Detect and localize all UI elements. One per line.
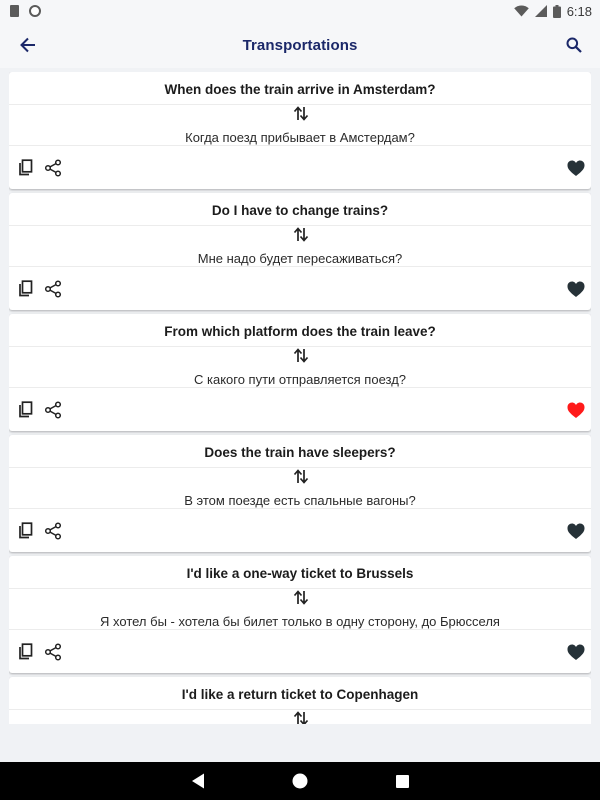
nav-back-button[interactable] [186,769,210,793]
copy-icon [19,643,33,660]
russian-phrase: Когда поезд прибывает в Амстердам? [185,130,415,145]
share-icon [44,159,62,177]
share-icon [44,280,62,298]
copy-button[interactable] [14,157,36,179]
english-phrase: From which platform does the train leave… [9,314,591,347]
wifi-icon [513,5,529,17]
battery-icon [552,4,561,18]
swap-icon[interactable] [293,227,309,242]
nav-back-icon [192,773,204,789]
copy-button[interactable] [14,641,36,663]
heart-icon [567,281,585,297]
favorite-button[interactable] [565,157,587,179]
search-button[interactable] [559,30,589,60]
nav-recents-button[interactable] [390,769,414,793]
phrase-card: Does the train have sleepers? В этом пое… [9,435,591,552]
share-icon [44,401,62,419]
swap-icon[interactable] [293,711,309,724]
russian-phrase: В этом поезде есть спальные вагоны? [184,493,416,508]
english-phrase: When does the train arrive in Amsterdam? [9,72,591,105]
share-icon [44,522,62,540]
app-bar: Transportations [0,22,600,68]
share-button[interactable] [42,278,64,300]
swap-icon[interactable] [293,348,309,363]
search-icon [566,37,582,53]
favorite-button-active[interactable] [565,399,587,421]
share-button[interactable] [42,520,64,542]
phrase-card: From which platform does the train leave… [9,314,591,431]
phrase-card: I'd like a return ticket to Copenhagen [9,677,591,724]
share-button[interactable] [42,157,64,179]
russian-phrase: С какого пути отправляется поезд? [193,372,407,387]
card-actions [9,146,591,188]
copy-icon [19,401,33,418]
page-title: Transportations [242,36,358,54]
card-actions [9,509,591,551]
phrase-card: Do I have to change trains? Мне надо буд… [9,193,591,310]
card-actions [9,267,591,309]
share-icon [44,643,62,661]
swap-icon[interactable] [293,106,309,121]
swap-icon[interactable] [293,590,309,605]
english-phrase: I'd like a return ticket to Copenhagen [9,677,591,710]
heart-icon [567,523,585,539]
status-bar: 6:18 [0,0,600,22]
heart-icon [567,402,585,418]
back-button[interactable] [13,30,43,60]
phrase-card: When does the train arrive in Amsterdam?… [9,72,591,189]
sync-icon [29,5,41,17]
copy-icon [19,159,33,176]
nav-home-button[interactable] [288,769,312,793]
russian-phrase: Мне надо будет пересаживаться? [197,251,403,266]
copy-button[interactable] [14,278,36,300]
app-screen: 6:18 Transportations When does the train… [0,0,600,800]
back-arrow-icon [20,37,35,53]
document-icon [10,5,19,17]
nav-recents-icon [395,774,409,788]
english-phrase: I'd like a one-way ticket to Brussels [9,556,591,589]
card-actions [9,630,591,672]
favorite-button[interactable] [565,520,587,542]
cellular-icon [534,5,547,17]
system-nav-bar [0,762,600,800]
english-phrase: Do I have to change trains? [9,193,591,226]
copy-button[interactable] [14,399,36,421]
phrase-list: When does the train arrive in Amsterdam?… [9,72,591,724]
english-phrase: Does the train have sleepers? [9,435,591,468]
heart-icon [567,160,585,176]
nav-home-icon [292,773,308,789]
favorite-button[interactable] [565,641,587,663]
share-button[interactable] [42,641,64,663]
card-actions [9,388,591,430]
favorite-button[interactable] [565,278,587,300]
phrase-card: I'd like a one-way ticket to Brussels Я … [9,556,591,673]
status-notifications [10,5,41,17]
status-system: 6:18 [513,3,592,19]
status-time: 6:18 [566,3,592,19]
copy-icon [19,522,33,539]
russian-phrase: Я хотел бы - хотела бы билет только в од… [100,614,500,629]
swap-row [9,710,591,724]
copy-button[interactable] [14,520,36,542]
copy-icon [19,280,33,297]
share-button[interactable] [42,399,64,421]
heart-icon [567,644,585,660]
swap-icon[interactable] [293,469,309,484]
